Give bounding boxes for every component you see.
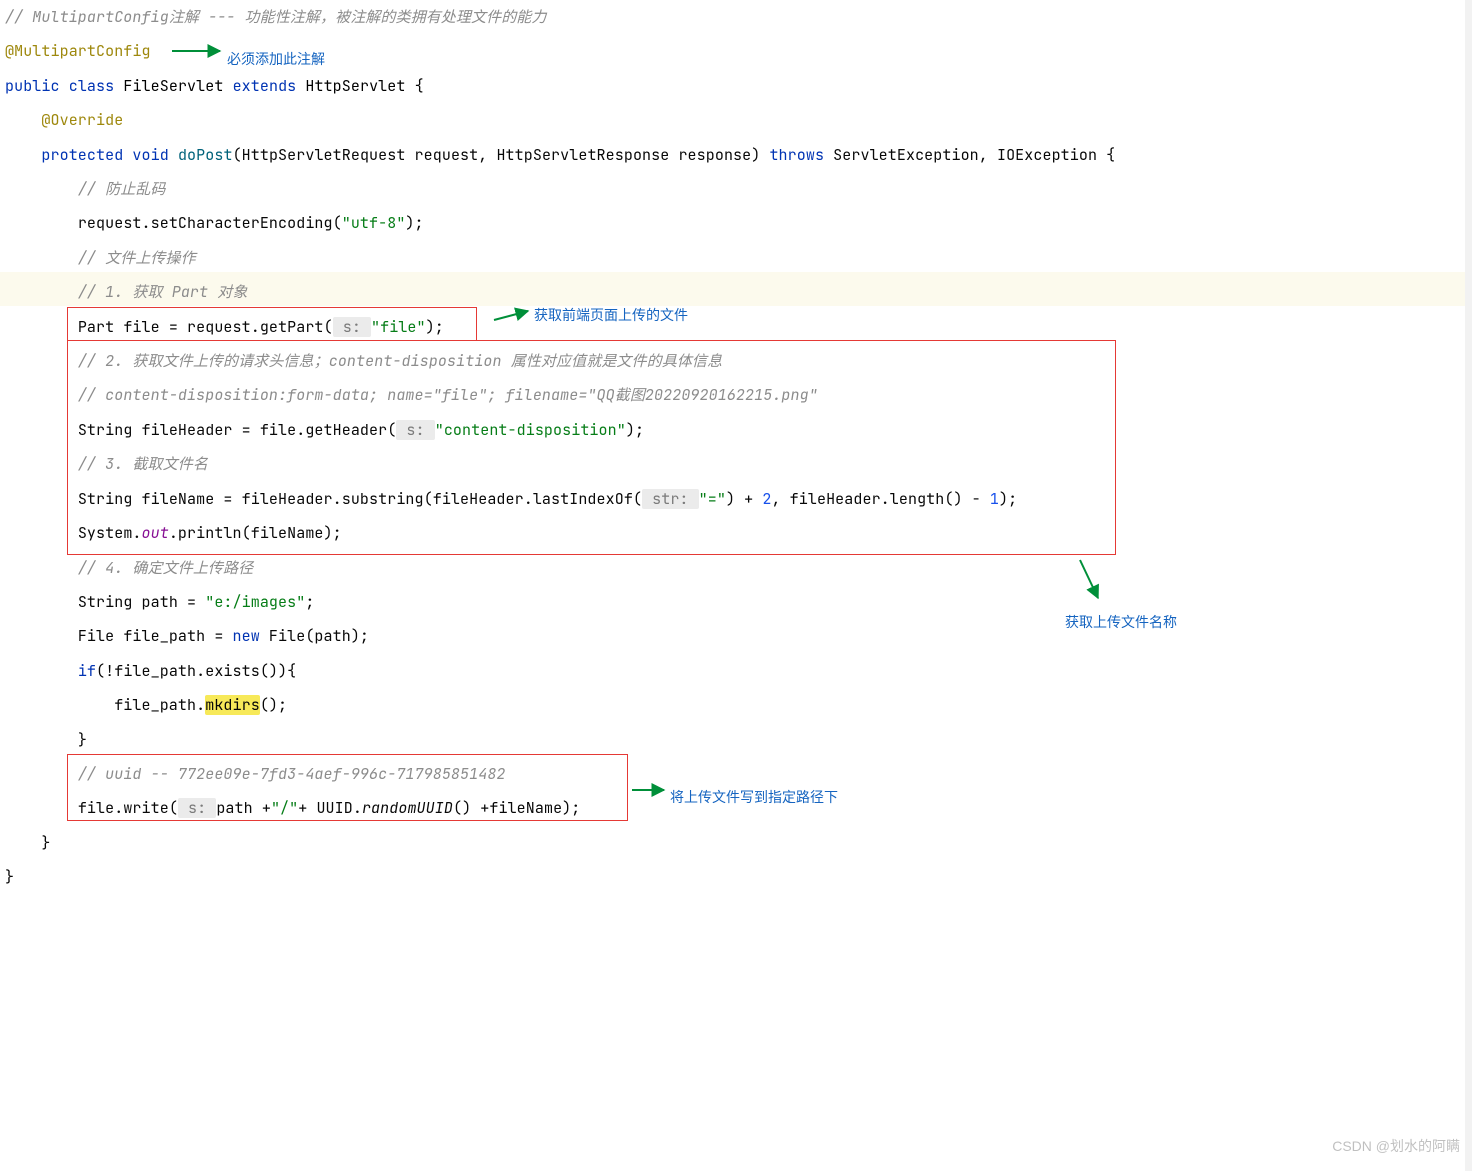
editor-root: // MultipartConfig注解 --- 功能性注解，被注解的类拥有处理… xyxy=(0,0,1472,1171)
brace: } xyxy=(78,730,87,750)
class-name: FileServlet xyxy=(123,76,223,96)
param-hint: str: xyxy=(642,489,699,509)
code-line: String fileHeader = file.getHeader( xyxy=(78,420,397,440)
comment: // 防止乱码 xyxy=(78,179,166,199)
code-line: File(path); xyxy=(260,626,369,646)
super-class: HttpServlet xyxy=(305,76,405,96)
string: "e:/images" xyxy=(205,592,305,612)
method-randomUUID: randomUUID xyxy=(362,798,453,818)
code-line: String fileName = fileHeader.substring(f… xyxy=(78,489,642,509)
code-line: (!file_path.exists()){ xyxy=(96,661,296,681)
anno-get-name: 获取上传文件名称 xyxy=(1065,605,1177,639)
comment: // MultipartConfig注解 --- 功能性注解，被注解的类拥有处理… xyxy=(5,7,547,27)
brace: } xyxy=(5,867,14,887)
annotation-multipart: @MultipartConfig xyxy=(5,41,151,61)
string: "content-disposition" xyxy=(435,420,626,440)
code-line: file.write( xyxy=(78,798,178,818)
code-line: ; xyxy=(305,592,314,612)
code-line: (); xyxy=(260,695,287,715)
code-line: .println(fileName); xyxy=(169,523,342,543)
brace: } xyxy=(41,833,50,853)
kw-class: class xyxy=(69,76,115,96)
code-line: ) + xyxy=(726,489,762,509)
watermark: CSDN @划水的阿瞒 xyxy=(1332,1129,1460,1163)
kw-throws: throws xyxy=(769,145,824,165)
param-hint: s: xyxy=(396,420,434,440)
string: "file" xyxy=(371,317,426,337)
field-out: out xyxy=(142,523,169,543)
kw-new: new xyxy=(233,626,260,646)
code-line: request.setCharacterEncoding( xyxy=(78,213,342,233)
warn-mkdirs: mkdirs xyxy=(205,695,260,715)
string: "utf-8" xyxy=(342,213,406,233)
code-line: , fileHeader.length() - xyxy=(771,489,989,509)
code-line: ); xyxy=(405,213,423,233)
comment: // 2. 获取文件上传的请求头信息；content-disposition 属… xyxy=(78,351,722,371)
comment: // uuid -- 772ee09e-7fd3-4aef-996c-71798… xyxy=(78,764,506,784)
method-doPost: doPost xyxy=(178,145,233,165)
anno-write-path: 将上传文件写到指定路径下 xyxy=(670,780,838,814)
code-line: File file_path = xyxy=(78,626,233,646)
code-line: ); xyxy=(426,317,444,337)
code-line: Part file = request.getPart( xyxy=(78,317,333,337)
comment: // content-disposition:form-data; name="… xyxy=(78,385,818,405)
code-line: ); xyxy=(999,489,1017,509)
kw-public: public xyxy=(5,76,60,96)
code-line: () +fileName); xyxy=(453,798,580,818)
kw-void: void xyxy=(132,145,168,165)
annotation-override: @Override xyxy=(41,110,123,130)
number: 1 xyxy=(990,489,999,509)
comment: // 3. 截取文件名 xyxy=(78,454,208,474)
string: "/" xyxy=(271,798,298,818)
kw-extends: extends xyxy=(233,76,297,96)
sig: (HttpServletRequest request, HttpServlet… xyxy=(233,145,770,165)
code-line: + UUID. xyxy=(298,798,362,818)
code-line: file_path. xyxy=(114,695,205,715)
comment: // 文件上传操作 xyxy=(78,248,196,268)
code-line: path + xyxy=(216,798,271,818)
comment: // 4. 确定文件上传路径 xyxy=(78,558,253,578)
param-hint: s: xyxy=(333,317,371,337)
anno-get-file: 获取前端页面上传的文件 xyxy=(534,298,688,332)
kw-if: if xyxy=(78,661,96,681)
param-hint: s: xyxy=(178,798,216,818)
code-line: String path = xyxy=(78,592,205,612)
anno-must-add: 必须添加此注解 xyxy=(227,42,325,76)
comment: // 1. 获取 Part 对象 xyxy=(78,282,248,302)
code-area[interactable]: // MultipartConfig注解 --- 功能性注解，被注解的类拥有处理… xyxy=(0,0,1472,895)
kw-protected: protected xyxy=(41,145,123,165)
code-line: ); xyxy=(626,420,644,440)
code-line: System. xyxy=(78,523,142,543)
string: "=" xyxy=(699,489,726,509)
sig2: ServletException, IOException { xyxy=(824,145,1115,165)
